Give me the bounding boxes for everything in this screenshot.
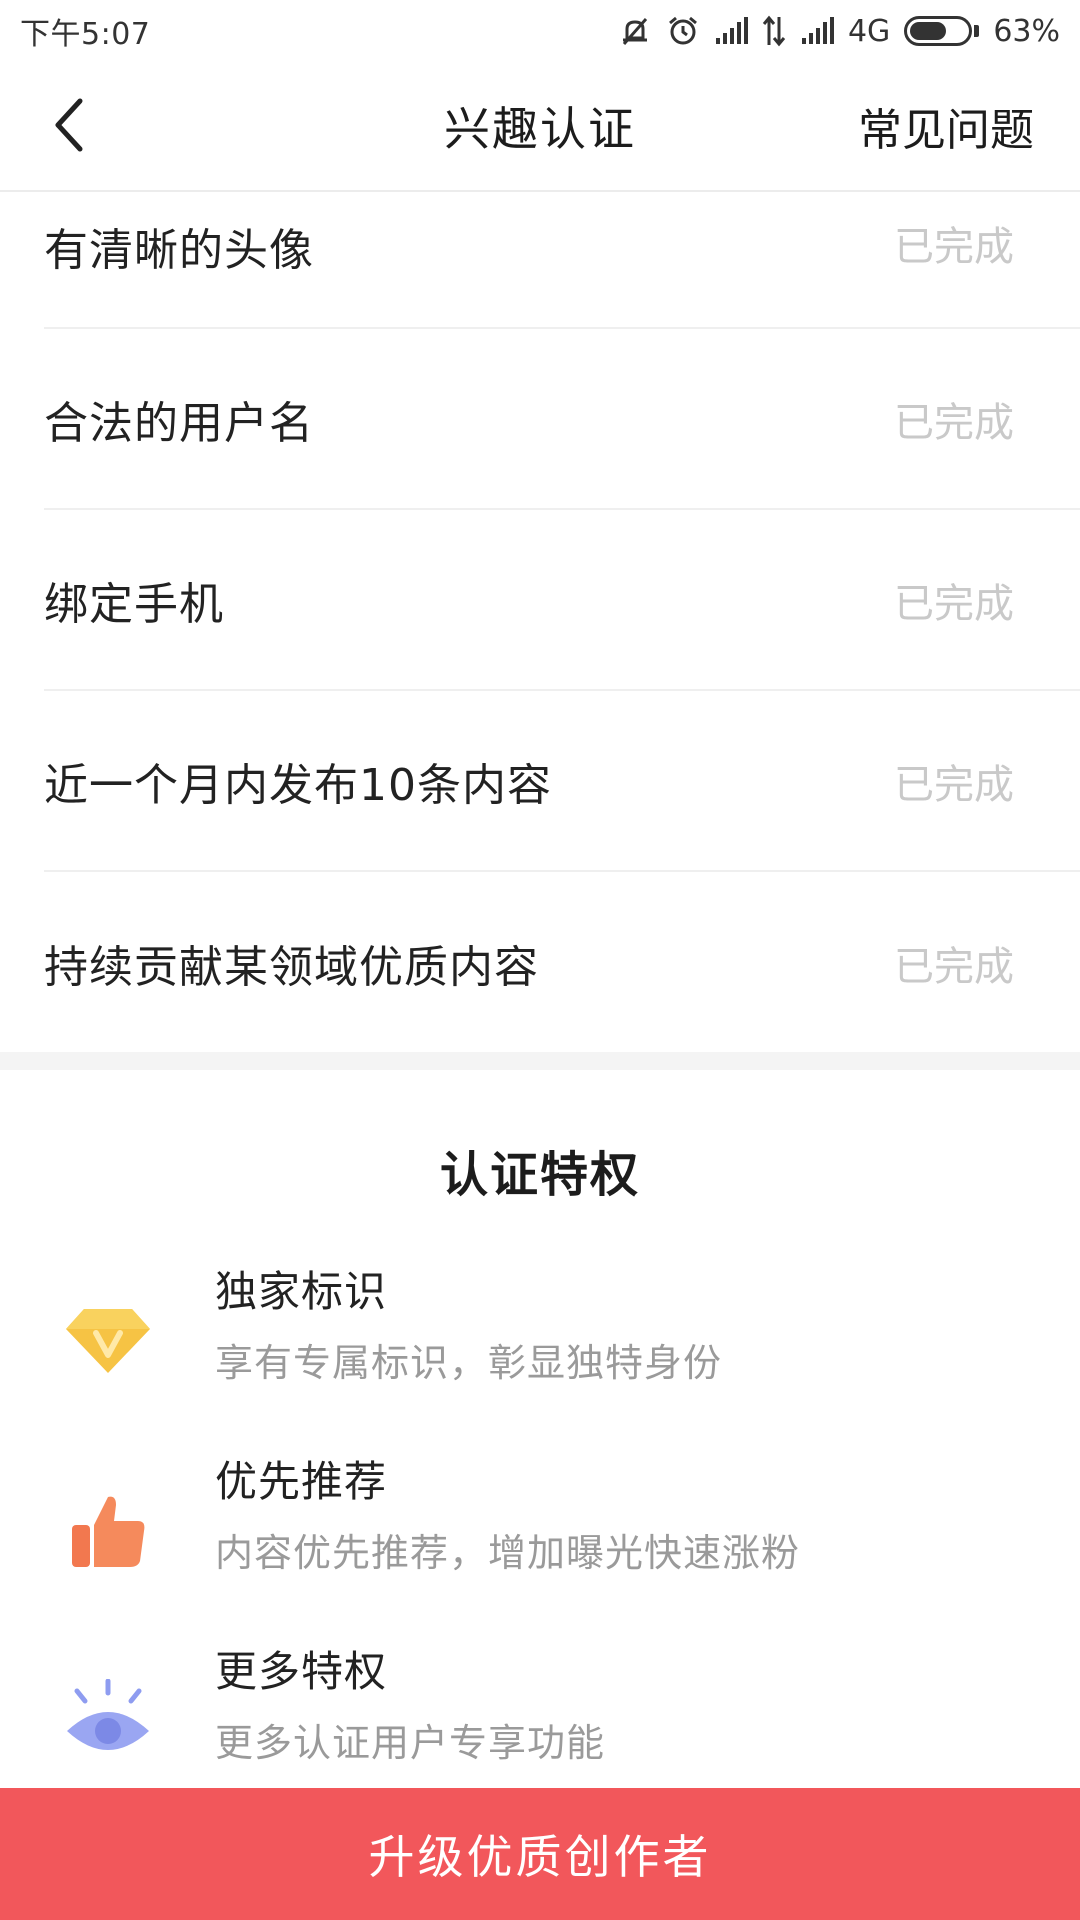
privilege-name: 独家标识 (215, 1267, 388, 1316)
requirement-label: 近一个月内发布10条内容 (44, 759, 552, 811)
status-time: 下午5:07 (20, 17, 151, 52)
data-transfer-icon (762, 15, 786, 47)
privilege-desc: 更多认证用户专享功能 (215, 1721, 606, 1765)
screen: 下午5:07 4G 63% 兴趣认证 常见问题 有清晰的头像 已完成 合法的用户… (0, 0, 1080, 1920)
requirements-list: 有清晰的头像 已完成 合法的用户名 已完成 绑定手机 已完成 近一个月内发布10… (0, 192, 1080, 1053)
status-icons: 4G 63% (618, 14, 1060, 49)
eye-icon (60, 1676, 156, 1766)
thumbs-up-icon (60, 1486, 156, 1576)
battery-cap (974, 25, 980, 37)
requirement-row: 近一个月内发布10条内容 已完成 (44, 691, 1080, 872)
nav-bar: 兴趣认证 常见问题 (0, 62, 1080, 190)
requirement-status: 已完成 (894, 224, 1014, 270)
requirement-label: 绑定手机 (44, 578, 224, 630)
diamond-badge-icon (60, 1296, 156, 1386)
requirement-status: 已完成 (894, 943, 1014, 990)
privilege-item: 更多特权 更多认证用户专享功能 (0, 1638, 1080, 1788)
requirement-row: 合法的用户名 已完成 (44, 329, 1080, 510)
requirement-row: 有清晰的头像 已完成 (44, 192, 1080, 329)
requirement-row: 持续贡献某领域优质内容 已完成 (44, 872, 1080, 1053)
signal-icon (714, 16, 748, 46)
privilege-item: 优先推荐 内容优先推荐，增加曝光快速涨粉 (0, 1448, 1080, 1598)
section-divider (0, 1052, 1080, 1070)
battery-icon (904, 16, 980, 46)
privilege-desc: 内容优先推荐，增加曝光快速涨粉 (215, 1531, 801, 1575)
privilege-name: 更多特权 (215, 1647, 388, 1696)
requirement-status: 已完成 (894, 399, 1014, 446)
requirement-label: 有清晰的头像 (44, 225, 314, 276)
faq-link[interactable]: 常见问题 (858, 62, 1034, 190)
upgrade-creator-button[interactable]: 升级优质创作者 (0, 1788, 1080, 1920)
alarm-icon (666, 14, 700, 48)
privilege-item: 独家标识 享有专属标识，彰显独特身份 (0, 1258, 1080, 1408)
requirement-row: 绑定手机 已完成 (44, 510, 1080, 691)
status-bar: 下午5:07 4G 63% (0, 0, 1080, 62)
privileges-title: 认证特权 (439, 1147, 640, 1203)
privilege-desc: 享有专属标识，彰显独特身份 (215, 1341, 723, 1385)
signal-icon (800, 16, 834, 46)
network-type: 4G (847, 13, 891, 49)
requirement-status: 已完成 (894, 580, 1014, 627)
mute-icon (618, 14, 652, 48)
privilege-name: 优先推荐 (215, 1457, 388, 1506)
battery-body (904, 16, 973, 46)
requirement-status: 已完成 (894, 761, 1014, 808)
requirement-label: 持续贡献某领域优质内容 (44, 941, 539, 993)
battery-fill (910, 22, 946, 40)
battery-percent: 63% (993, 13, 1060, 49)
requirement-label: 合法的用户名 (44, 397, 314, 449)
